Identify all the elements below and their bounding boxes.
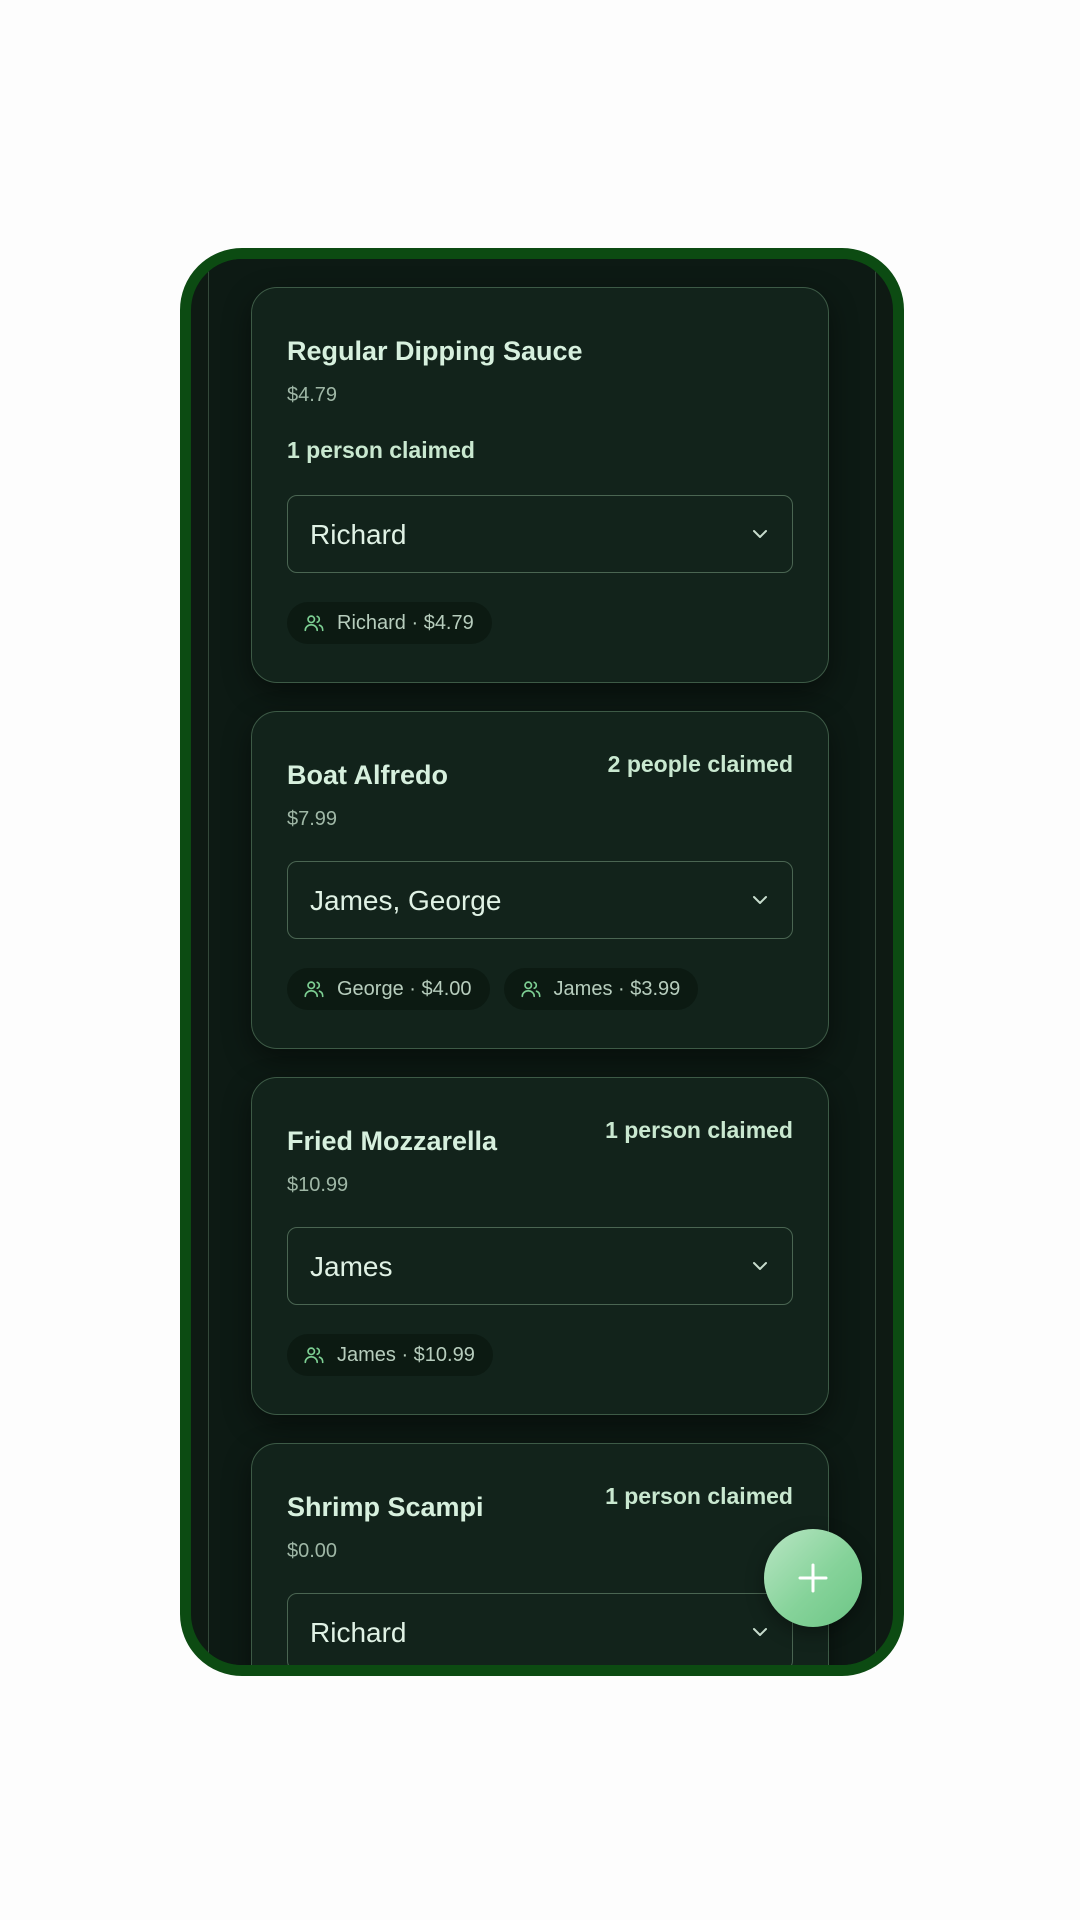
- item-price: $10.99: [287, 1174, 349, 1196]
- item-name: Fried Mozzarella: [287, 1126, 498, 1156]
- item-card: Regular Dipping Sauce $4.79 1 person cla…: [251, 287, 829, 683]
- claimant-select-value: Richard: [310, 519, 407, 550]
- chevron-down-icon: [753, 1262, 767, 1270]
- chevron-down-icon: [753, 896, 767, 904]
- claim-chip: James · $3.99: [503, 968, 699, 1010]
- chevron-down-icon: [753, 530, 767, 538]
- claim-chip: George · $4.00: [287, 968, 490, 1010]
- add-item-button[interactable]: [764, 1529, 862, 1627]
- claimed-count: 1 person claimed: [605, 1483, 793, 1509]
- claimed-count: 1 person claimed: [605, 1117, 793, 1143]
- claim-chip: James · $10.99: [287, 1334, 493, 1376]
- users-icon: [304, 615, 324, 632]
- item-list[interactable]: Regular Dipping Sauce $4.79 1 person cla…: [208, 259, 876, 1665]
- item-name: Shrimp Scampi: [287, 1492, 484, 1522]
- claimant-select[interactable]: James: [287, 1227, 793, 1305]
- item-card: Boat Alfredo $7.99 2 people claimed Jame…: [251, 711, 829, 1049]
- users-icon: [520, 981, 541, 998]
- claim-chips: Richard · $4.79: [287, 602, 492, 644]
- claimant-select[interactable]: Richard: [287, 1593, 793, 1665]
- claimant-select-value: Richard: [310, 1617, 407, 1648]
- item-card: Fried Mozzarella $10.99 1 person claimed…: [251, 1077, 829, 1415]
- phone-frame: Regular Dipping Sauce $4.79 1 person cla…: [180, 248, 904, 1676]
- item-card: Shrimp Scampi $0.00 1 person claimed Ric…: [251, 1443, 829, 1665]
- claimant-select-value: James: [310, 1251, 393, 1282]
- item-price: $0.00: [287, 1540, 338, 1562]
- claimed-count: 2 people claimed: [607, 751, 793, 777]
- claimant-select[interactable]: Richard: [287, 495, 793, 573]
- claim-chip-label: James · $10.99: [337, 1343, 475, 1366]
- chevron-down-icon: [753, 1628, 767, 1636]
- item-price: $4.79: [287, 384, 338, 406]
- users-icon: [304, 981, 324, 998]
- claimed-count: 1 person claimed: [287, 437, 475, 463]
- claim-chips: George · $4.00 James · $3.99: [287, 968, 699, 1010]
- item-name: Boat Alfredo: [287, 760, 448, 790]
- claimant-select[interactable]: James, George: [287, 861, 793, 939]
- claim-chip-label: Richard · $4.79: [337, 611, 474, 634]
- item-price: $7.99: [287, 808, 338, 830]
- claim-chip: Richard · $4.79: [287, 602, 492, 644]
- claim-chip-label: George · $4.00: [337, 977, 472, 1000]
- claimant-select-value: James, George: [310, 885, 502, 916]
- claim-chip-label: James · $3.99: [553, 977, 681, 1000]
- claim-chips: James · $10.99: [287, 1334, 493, 1376]
- users-icon: [304, 1347, 324, 1364]
- item-name: Regular Dipping Sauce: [287, 336, 583, 366]
- plus-icon: [798, 1563, 828, 1593]
